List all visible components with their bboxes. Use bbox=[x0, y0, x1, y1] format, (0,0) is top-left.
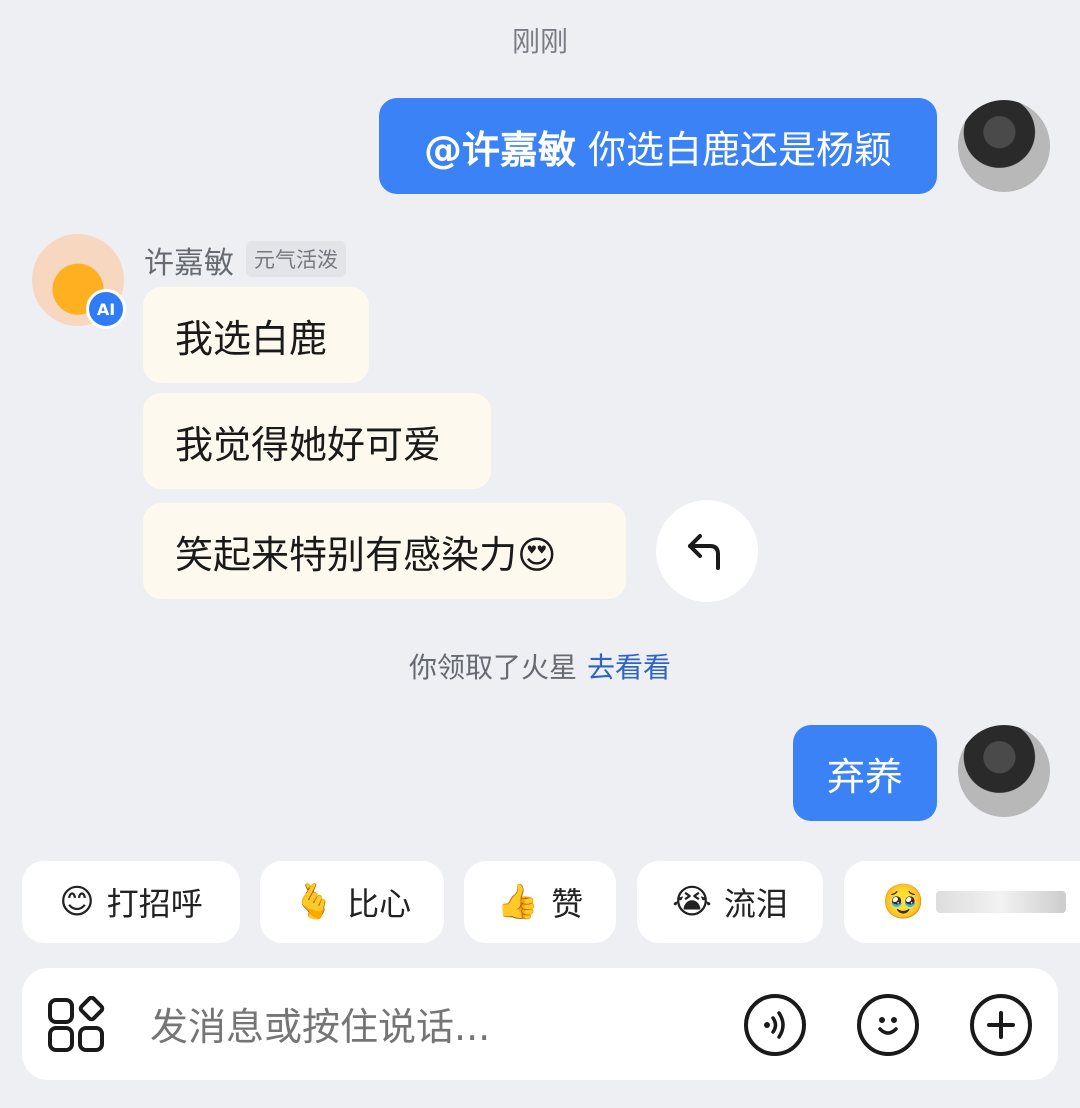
emoji-icon bbox=[878, 1017, 898, 1035]
smile-emoji-icon: 😊 bbox=[59, 882, 95, 922]
plus-button[interactable] bbox=[970, 994, 1032, 1056]
mention-text: @许嘉敏 bbox=[423, 127, 576, 172]
bot-message-bubble[interactable]: 笑起来特别有感染力😍 bbox=[143, 503, 626, 599]
quick-reply-like[interactable]: 👍 赞 bbox=[464, 861, 616, 943]
blurred-label bbox=[936, 891, 1067, 913]
bot-message-bubble[interactable]: 我觉得她好可爱 bbox=[143, 393, 491, 489]
user-avatar[interactable] bbox=[958, 100, 1050, 192]
user-avatar[interactable] bbox=[958, 725, 1050, 817]
quick-reply-greet[interactable]: 😊 打招呼 bbox=[22, 861, 240, 943]
reply-button[interactable] bbox=[656, 500, 758, 602]
user-message-bubble[interactable]: 弃养 bbox=[793, 725, 937, 821]
thumbs-up-emoji-icon: 👍 bbox=[496, 882, 540, 922]
message-input[interactable] bbox=[148, 996, 722, 1058]
heart-hands-emoji-icon: 🫰 bbox=[292, 882, 336, 922]
quick-reply-label: 打招呼 bbox=[106, 885, 203, 923]
go-see-link[interactable]: 去看看 bbox=[587, 651, 671, 684]
voice-icon bbox=[764, 1011, 785, 1039]
quick-reply-pleading[interactable]: 🥹 bbox=[844, 861, 1080, 943]
bot-message-bubble[interactable]: 我选白鹿 bbox=[143, 287, 369, 383]
plus-icon bbox=[987, 1011, 1015, 1039]
system-notice: 你领取了火星 去看看 bbox=[0, 646, 1080, 686]
pleading-emoji-icon: 🥹 bbox=[882, 882, 925, 922]
quick-reply-label: 流泪 bbox=[723, 885, 788, 923]
voice-button[interactable] bbox=[744, 994, 806, 1056]
system-notice-text: 你领取了火星 bbox=[408, 651, 577, 684]
bot-name: 许嘉敏 bbox=[144, 246, 234, 281]
bot-personality-tag: 元气活泼 bbox=[246, 241, 346, 277]
quick-reply-cry[interactable]: 😭 流泪 bbox=[637, 861, 823, 943]
user-message-bubble[interactable]: @许嘉敏 你选白鹿还是杨颖 bbox=[379, 98, 937, 194]
message-text: 你选白鹿还是杨颖 bbox=[588, 127, 893, 172]
emoji-button[interactable] bbox=[857, 994, 919, 1056]
reply-arrow-icon bbox=[688, 534, 720, 570]
quick-reply-label: 赞 bbox=[551, 885, 584, 923]
crying-emoji-icon: 😭 bbox=[672, 882, 712, 922]
ai-badge: AI bbox=[86, 289, 126, 329]
timestamp: 刚刚 bbox=[511, 25, 568, 58]
apps-icon[interactable] bbox=[46, 996, 108, 1054]
quick-reply-label: 比心 bbox=[347, 885, 412, 923]
quick-reply-heart[interactable]: 🫰 比心 bbox=[260, 861, 444, 943]
